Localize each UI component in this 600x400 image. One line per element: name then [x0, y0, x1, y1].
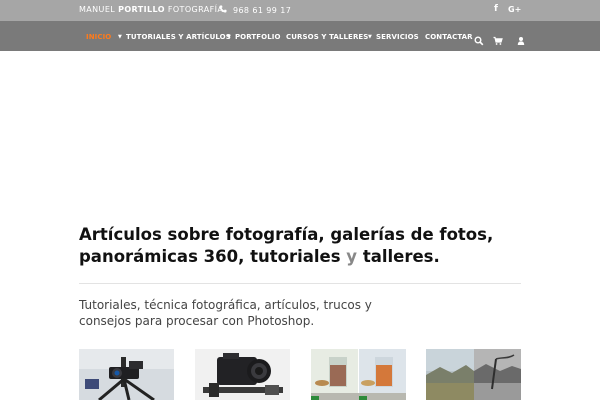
google-plus-icon[interactable]: G+	[508, 5, 521, 14]
nav-item-label: CURSOS Y TALLERES	[286, 33, 369, 41]
chevron-down-icon: ▼	[368, 34, 372, 40]
headline-accent: y	[346, 247, 358, 266]
phone-contact[interactable]: 968 61 99 17	[219, 5, 291, 15]
brand-first-name: MANUEL	[79, 5, 116, 14]
thumb-landscape-bw[interactable]	[426, 349, 521, 400]
main-navigation: INICIO ▼ TUTORIALES Y ARTÍCULOS ▼ PORTFOLI…	[0, 21, 600, 51]
chevron-down-icon: ▼	[227, 34, 231, 40]
facebook-icon[interactable]: f	[494, 4, 498, 14]
nav-item-label: INICIO	[86, 33, 112, 41]
thumb-drinks-comparison[interactable]	[311, 349, 406, 400]
nav-item-cursos[interactable]: CURSOS Y TALLERES	[286, 33, 368, 41]
nav-item-label: TUTORIALES Y ARTÍCULOS	[125, 33, 231, 41]
nav-item-contactar[interactable]: CONTACTAR	[425, 33, 473, 41]
nav-item-tutoriales[interactable]: ▼ TUTORIALES Y ARTÍCULOS	[118, 33, 231, 41]
site-brand[interactable]: MANUEL PORTILLO FOTOGRAFÍA	[79, 5, 223, 14]
brand-suffix: FOTOGRAFÍA	[167, 5, 224, 14]
phone-icon	[219, 5, 227, 15]
user-icon[interactable]	[516, 31, 526, 45]
headline-end: talleres.	[362, 247, 440, 266]
nav-item-label: SERVICIOS	[375, 33, 419, 41]
thumb-camera-macro-rail[interactable]	[195, 349, 290, 400]
phone-number: 968 61 99 17	[232, 6, 292, 15]
nav-item-servicios[interactable]: ▼ SERVICIOS	[368, 33, 419, 41]
divider	[79, 283, 521, 284]
hero-area	[0, 51, 600, 221]
cart-icon[interactable]	[493, 31, 503, 45]
nav-item-portfolio[interactable]: ▼ PORTFOLIO	[227, 33, 281, 41]
thumb-camera-tripod[interactable]	[79, 349, 174, 400]
brand-last-name: PORTILLO	[118, 5, 165, 14]
nav-item-inicio[interactable]: INICIO	[86, 33, 111, 41]
page-headline: Artículos sobre fotografía, galerías de …	[79, 224, 524, 268]
chevron-down-icon: ▼	[118, 34, 122, 40]
nav-item-label: CONTACTAR	[425, 33, 473, 41]
page-subtitle: Tutoriales, técnica fotográfica, artícul…	[79, 298, 372, 328]
search-icon[interactable]	[474, 31, 484, 46]
top-bar: MANUEL PORTILLO FOTOGRAFÍA 968 61 99 17 …	[0, 0, 600, 21]
nav-item-label: PORTFOLIO	[234, 33, 281, 41]
